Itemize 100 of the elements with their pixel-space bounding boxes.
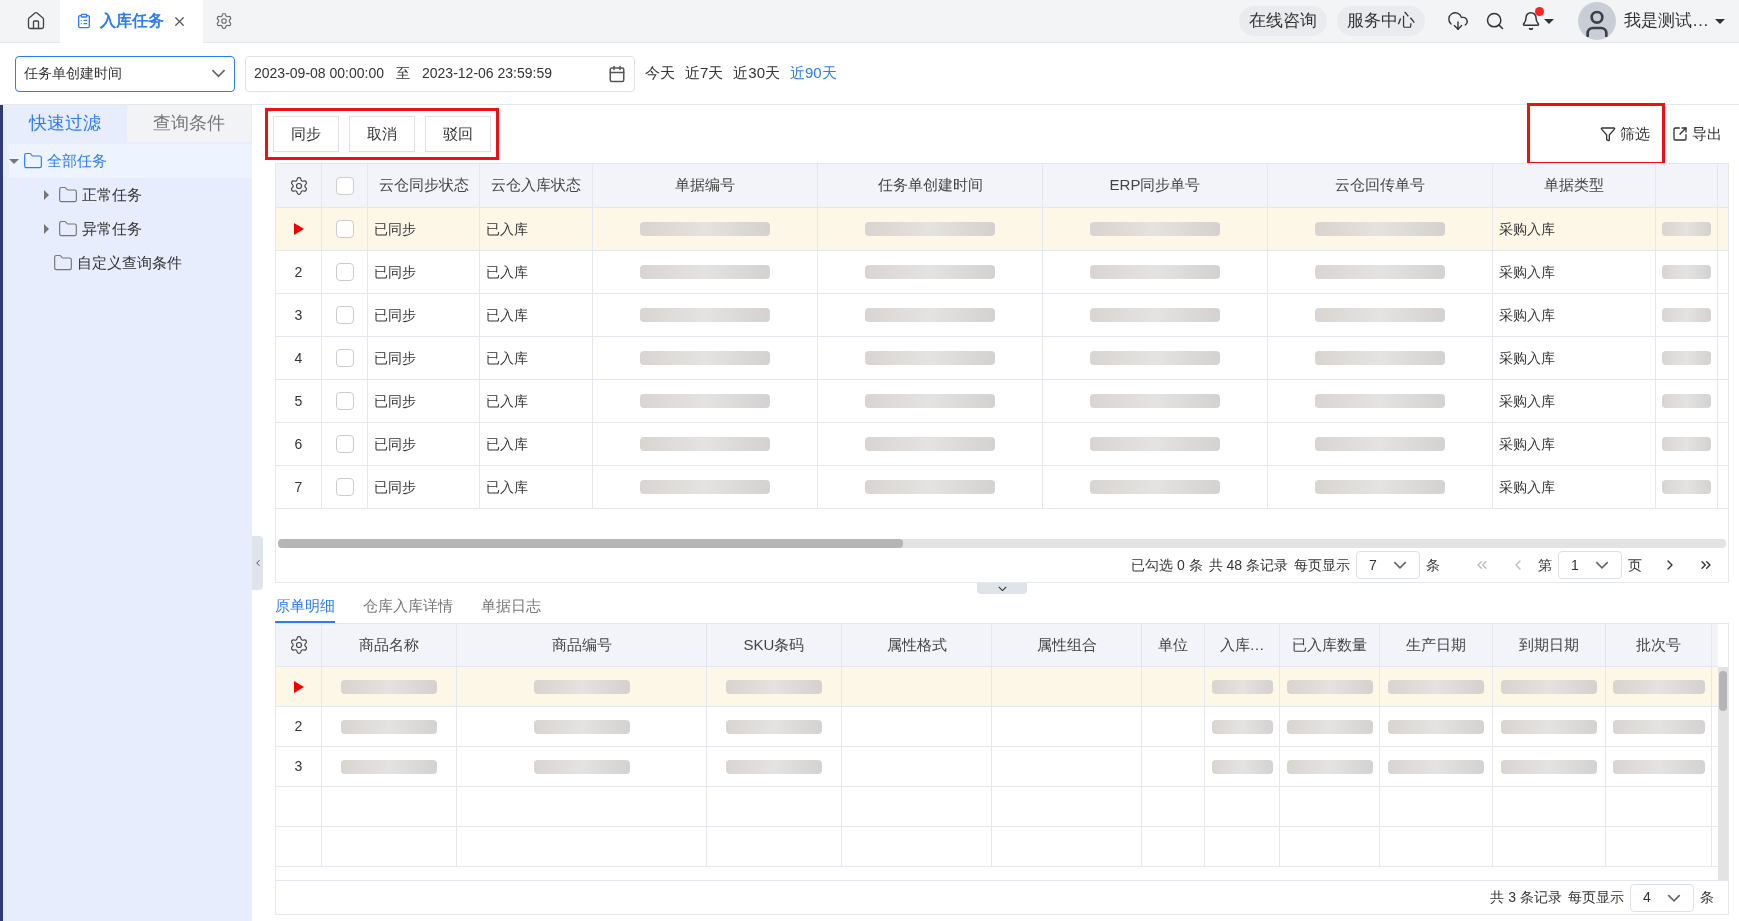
table-cell-text: 已入库	[486, 262, 528, 282]
scrollbar-thumb[interactable]	[278, 539, 903, 548]
table-row[interactable]: 3	[276, 747, 1718, 787]
folder-icon	[58, 185, 78, 205]
table-row[interactable]: 已同步 已入库 采购入库	[276, 208, 1728, 251]
column-header[interactable]: 入库…	[1219, 633, 1265, 657]
folder-icon	[23, 151, 43, 171]
page-size-label: 每页显示	[1568, 888, 1624, 907]
checkbox[interactable]	[335, 349, 354, 367]
column-header[interactable]: 属性组合	[1036, 633, 1097, 657]
column-header[interactable]: 云仓同步状态	[378, 174, 469, 197]
page-prefix: 第	[1538, 555, 1552, 575]
column-header[interactable]: 云仓入库状态	[491, 174, 581, 197]
checkbox[interactable]	[335, 263, 354, 281]
filter-icon	[1600, 126, 1616, 142]
column-header[interactable]: 生产日期	[1406, 633, 1466, 657]
tree-item[interactable]: 异常任务	[39, 212, 252, 246]
table-cell-text: 已同步	[374, 434, 416, 454]
sidebar-tab[interactable]: 查询条件	[127, 105, 251, 142]
column-header[interactable]: 已入库数量	[1292, 633, 1367, 657]
table-row[interactable]	[276, 667, 1718, 707]
checkbox[interactable]	[335, 306, 354, 324]
table-cell-text: 已同步	[374, 477, 416, 497]
column-header[interactable]: 任务单创建时间	[877, 174, 983, 197]
column-header[interactable]: 商品编号	[551, 633, 612, 657]
collapse-handle[interactable]	[252, 536, 263, 590]
settings-icon[interactable]	[288, 175, 309, 196]
table-row[interactable]: 4 已同步 已入库 采购入库	[276, 337, 1728, 380]
column-header[interactable]: 单据类型	[1544, 174, 1604, 197]
toolbar-link[interactable]: 导出	[1665, 103, 1729, 165]
search-icon[interactable]	[1485, 11, 1505, 31]
checkbox[interactable]	[335, 176, 354, 195]
column-header[interactable]: 到期日期	[1519, 633, 1579, 657]
checkbox[interactable]	[335, 392, 354, 410]
checkbox[interactable]	[335, 435, 354, 453]
toolbar-button[interactable]: 取消	[349, 116, 415, 152]
bell-icon[interactable]	[1521, 11, 1541, 31]
column-header[interactable]: 单位	[1158, 633, 1188, 657]
table-row[interactable]: 5 已同步 已入库 采购入库	[276, 380, 1728, 423]
scrollbar-thumb[interactable]	[1719, 671, 1727, 711]
column-header[interactable]: 批次号	[1636, 633, 1681, 657]
column-header[interactable]: SKU条码	[743, 633, 805, 657]
table-row[interactable]: 2 已同步 已入库 采购入库	[276, 251, 1728, 294]
page-size-unit: 条	[1426, 555, 1440, 575]
header-button[interactable]: 在线咨询	[1239, 6, 1327, 36]
table-row[interactable]: 3 已同步 已入库 采购入库	[276, 294, 1728, 337]
table-cell-text: 采购入库	[1499, 348, 1555, 368]
column-header[interactable]: 单据编号	[675, 174, 735, 197]
row-number: 2	[294, 717, 303, 736]
page-suffix: 页	[1628, 555, 1642, 575]
checkbox[interactable]	[335, 478, 354, 496]
column-header[interactable]: 属性格式	[886, 633, 947, 657]
row-number: 3	[294, 757, 303, 776]
row-number: 6	[294, 434, 303, 454]
cloud-download-icon[interactable]	[1447, 10, 1469, 32]
row-number: 2	[294, 262, 303, 282]
column-header[interactable]: ERP同步单号	[1109, 174, 1201, 197]
settings-icon[interactable]	[215, 12, 233, 30]
table-cell-text: 采购入库	[1499, 305, 1555, 325]
quick-range-link[interactable]: 近90天	[790, 62, 837, 85]
page-size-select[interactable]: 7	[1356, 551, 1420, 579]
page-size-select[interactable]: 1	[1558, 551, 1622, 579]
table-row[interactable]: 7 已同步 已入库 采购入库	[276, 466, 1728, 509]
page-tab[interactable]: 入库任务	[60, 0, 203, 43]
detail-tab[interactable]: 仓库入库详情	[363, 594, 453, 623]
redacted-text	[1211, 679, 1273, 694]
date-range-field[interactable]: 2023-09-08 00:00:00 至 2023-12-06 23:59:59	[245, 55, 635, 92]
quick-range-link[interactable]: 近7天	[685, 62, 724, 85]
folder-icon	[58, 219, 78, 239]
home-icon[interactable]	[26, 11, 46, 31]
table-row[interactable]: 2	[276, 707, 1718, 747]
quick-range-link[interactable]: 今天	[645, 62, 675, 85]
column-header[interactable]: 云仓回传单号	[1335, 174, 1425, 197]
toolbar-button[interactable]: 驳回	[425, 116, 491, 152]
checkbox[interactable]	[335, 220, 354, 238]
tree-item[interactable]: 自定义查询条件	[39, 246, 252, 280]
user-name[interactable]: 我是测试…	[1624, 8, 1709, 34]
settings-icon[interactable]	[288, 635, 309, 655]
table-cell-text: 已入库	[486, 348, 528, 368]
page-size-select[interactable]: 4	[1630, 883, 1694, 912]
page-size-label: 每页显示	[1294, 555, 1350, 575]
tree-item[interactable]: 正常任务	[39, 178, 252, 212]
horizontal-scrollbar[interactable]	[278, 539, 1726, 548]
table-cell-text: 采购入库	[1499, 434, 1555, 454]
export-icon	[1672, 126, 1688, 142]
toolbar-button[interactable]: 同步	[273, 116, 339, 152]
redacted-text	[1211, 719, 1273, 734]
collapse-handle[interactable]	[977, 583, 1027, 594]
avatar[interactable]	[1578, 2, 1616, 40]
vertical-scrollbar[interactable]	[1718, 667, 1728, 880]
row-number: 5	[294, 391, 303, 411]
detail-tab[interactable]: 单据日志	[481, 594, 541, 623]
tree-item[interactable]: 全部任务	[9, 144, 252, 178]
quick-range-link[interactable]: 近30天	[733, 62, 781, 85]
date-type-select[interactable]: 任务单创建时间	[15, 55, 235, 92]
column-header[interactable]: 商品名称	[359, 633, 419, 657]
redacted-text	[1211, 759, 1273, 774]
selected-count: 已勾选 0 条	[1131, 555, 1203, 575]
table-row[interactable]: 6 已同步 已入库 采购入库	[276, 423, 1728, 466]
header-button[interactable]: 服务中心	[1337, 6, 1425, 36]
